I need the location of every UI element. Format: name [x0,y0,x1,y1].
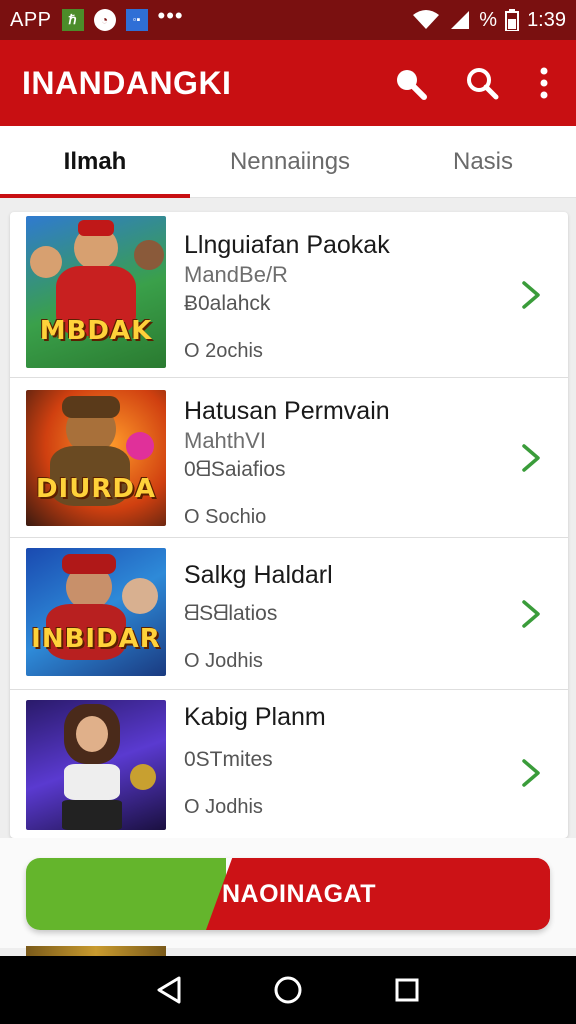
back-icon [157,976,181,1004]
item-meta: 0ᗺSaiafios [184,458,286,481]
search-button-secondary[interactable] [462,63,502,103]
item-count: O Jodhis [184,650,263,672]
thumbnail-title: MBDAK [39,316,153,346]
cta-button[interactable]: NAOINAGAT [26,858,550,930]
recents-button[interactable] [389,972,425,1008]
item-meta: ᗺSᗺlatios [184,602,278,625]
more-vertical-icon [540,67,548,99]
item-subtitle: MahthVI [184,428,266,453]
green-app-icon: ℏ [61,9,84,31]
tab-nennaiings[interactable]: Nennaiings [190,126,390,197]
tab-bar: Ilmah Nennaiings Nasis [0,126,576,198]
chevron-right-icon [522,280,540,309]
item-title: Salkg Haldarl [184,561,333,589]
item-count: O 2ochis [184,340,263,362]
item-count: O Sochio [184,506,267,528]
app-bar: INANDANGKI [0,40,576,126]
list-item[interactable]: DIURDA Hatusan Permvain MahthVI 0ᗺSaiafi… [10,378,568,538]
recents-icon [395,978,419,1002]
search-button[interactable] [390,63,430,103]
list-item[interactable]: Kabig Planm 0STmites O Jodhis [10,690,568,838]
thumbnail-title: INBIDAR [31,624,161,654]
item-meta: Ƀ0alahck [184,292,271,315]
item-title: Kabig Planm [184,703,326,731]
cta-green-segment [26,858,226,930]
home-button[interactable] [270,972,306,1008]
home-icon [274,976,302,1004]
list-item[interactable]: INBIDAR Salkg Haldarl ᗺSᗺlatios O Jodhis [10,538,568,690]
item-meta: 0STmites [184,748,273,771]
search-icon [397,70,427,100]
game-thumbnail: DIURDA [26,390,166,526]
battery-percent: % [479,8,498,31]
status-bar: APP ℏ ◔ ◦▪ ••• % 1:39 [0,0,576,40]
search-icon [467,68,499,100]
back-button[interactable] [151,972,187,1008]
game-thumbnail [26,700,166,830]
item-title: Llnguiafan Paokak [184,231,390,259]
wifi-icon [413,10,440,29]
tab-ilmah[interactable]: Ilmah [0,126,190,198]
battery-icon [505,9,520,31]
status-app-label: APP [10,8,52,31]
cta-container: NAOINAGAT [0,838,576,948]
app-title: INANDANGKI [22,64,232,101]
round-app-icon: ◔ [93,9,116,31]
navigation-bar [0,956,576,1024]
chevron-right-icon [522,599,540,628]
game-list: MBDAK Llnguiafan Paokak MandBe/R Ƀ0alahc… [10,212,568,838]
item-title: Hatusan Permvain [184,397,390,425]
next-item-peek [26,946,166,956]
item-count: O Jodhis [184,796,263,818]
game-thumbnail: INBIDAR [26,548,166,676]
chevron-right-icon [522,759,540,787]
overflow-menu-button[interactable] [534,63,554,103]
signal-icon [451,11,470,29]
tab-nasis[interactable]: Nasis [390,126,576,197]
more-notifications-icon: ••• [157,3,184,28]
cta-label: NAOINAGAT [222,879,377,908]
blue-app-icon: ◦▪ [125,9,148,31]
chevron-right-icon [522,443,540,472]
status-time: 1:39 [527,8,566,31]
item-subtitle: MandBe/R [184,262,288,287]
list-item[interactable]: MBDAK Llnguiafan Paokak MandBe/R Ƀ0alahc… [10,212,568,378]
game-thumbnail: MBDAK [26,216,166,368]
thumbnail-title: DIURDA [35,474,157,504]
